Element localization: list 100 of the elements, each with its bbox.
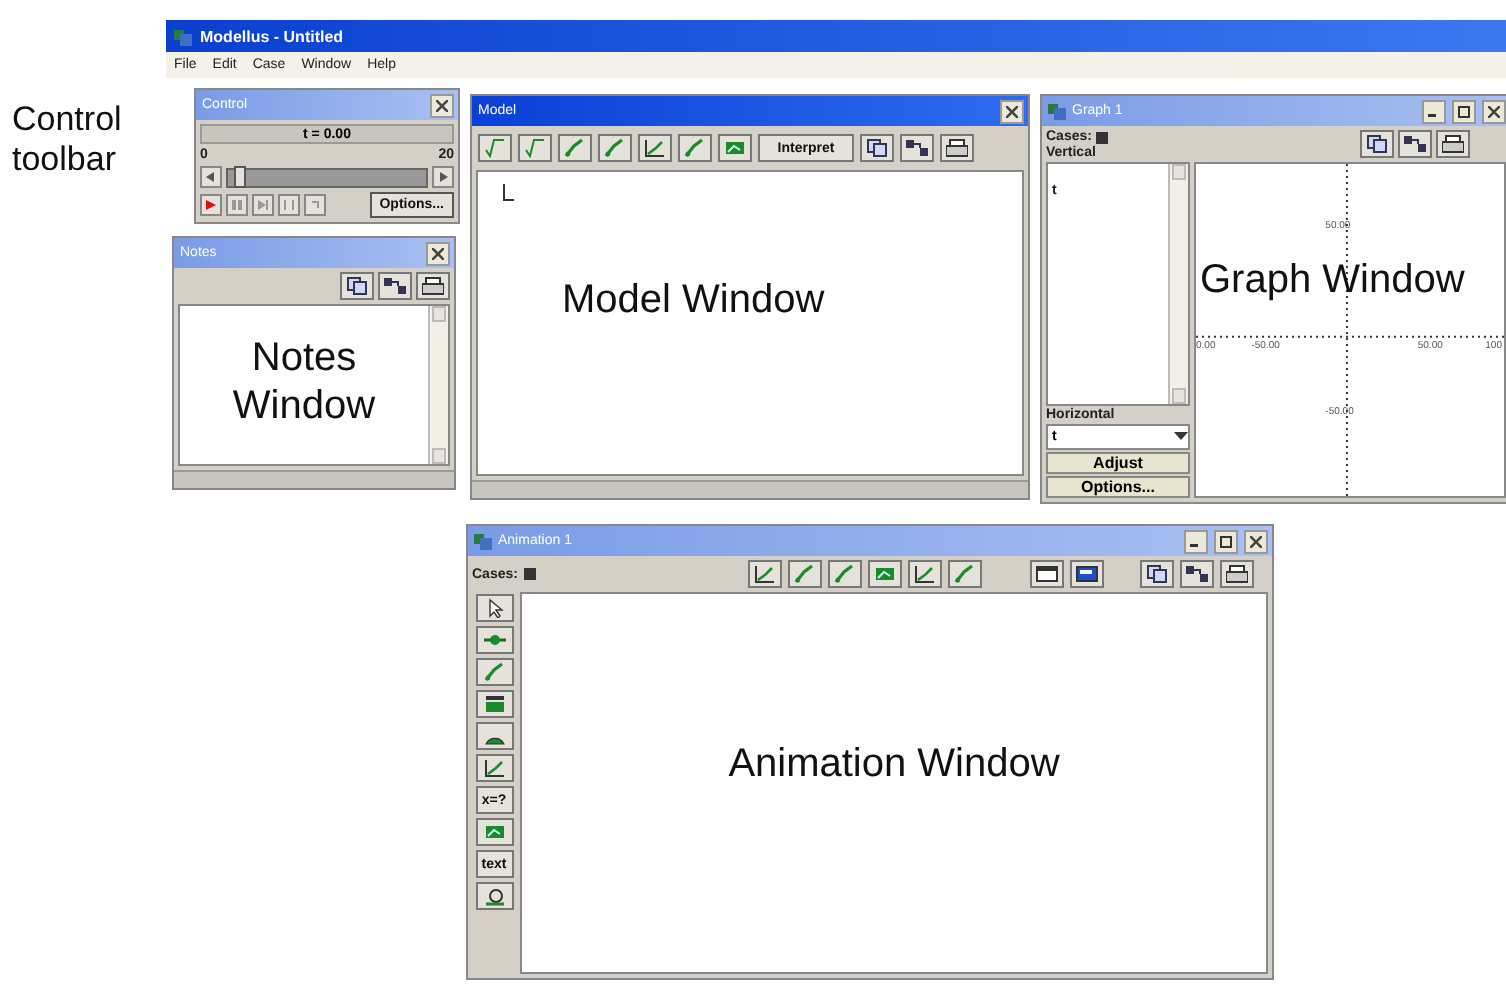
line-icon bbox=[564, 138, 586, 158]
plot-icon bbox=[753, 564, 776, 584]
tool-button[interactable] bbox=[475, 594, 513, 622]
maximize-button[interactable] bbox=[1214, 529, 1238, 553]
link-button[interactable] bbox=[1179, 560, 1214, 588]
options-button[interactable]: Options... bbox=[1046, 476, 1190, 498]
caret-icon bbox=[1174, 432, 1188, 442]
reset-button[interactable] bbox=[304, 194, 326, 216]
line-icon bbox=[684, 138, 706, 158]
close-icon bbox=[432, 247, 444, 259]
scrollbar[interactable] bbox=[428, 306, 448, 464]
case-swatch[interactable] bbox=[1095, 131, 1108, 143]
copy-button[interactable] bbox=[1139, 560, 1174, 588]
notes-area[interactable]: Notes Window bbox=[178, 304, 450, 466]
step-icon bbox=[258, 200, 268, 210]
panel-icon bbox=[1075, 564, 1098, 584]
copy-button[interactable] bbox=[860, 134, 894, 162]
link-button[interactable] bbox=[900, 134, 934, 162]
link-icon bbox=[1185, 564, 1208, 584]
link-button[interactable] bbox=[1398, 130, 1432, 158]
step-back-button[interactable] bbox=[200, 166, 222, 188]
window-icon bbox=[474, 532, 492, 550]
animation-canvas[interactable]: Animation Window bbox=[520, 592, 1268, 974]
print-icon bbox=[1442, 134, 1464, 154]
tool-button[interactable] bbox=[747, 560, 782, 588]
window-button[interactable] bbox=[1069, 560, 1104, 588]
print-icon bbox=[946, 138, 968, 158]
print-icon bbox=[422, 276, 444, 296]
tool-button[interactable] bbox=[475, 690, 513, 718]
copy-icon bbox=[1366, 134, 1388, 154]
minimize-button[interactable] bbox=[1184, 529, 1208, 553]
tool-button[interactable] bbox=[475, 626, 513, 654]
model-editor[interactable]: Model Window bbox=[476, 170, 1024, 476]
line-icon bbox=[793, 564, 816, 584]
tool-button[interactable] bbox=[475, 882, 513, 910]
close-icon bbox=[436, 99, 448, 111]
link-button[interactable] bbox=[378, 272, 412, 300]
app-title: Modellus - Untitled bbox=[200, 27, 344, 45]
scrollbar[interactable] bbox=[1168, 164, 1188, 404]
copy-icon bbox=[1145, 564, 1168, 584]
close-button[interactable] bbox=[1482, 99, 1506, 123]
end-icon bbox=[284, 200, 294, 210]
step-button[interactable] bbox=[252, 194, 274, 216]
close-icon bbox=[1488, 105, 1500, 117]
sqrt-icon bbox=[524, 138, 546, 158]
end-button[interactable] bbox=[278, 194, 300, 216]
play-button[interactable] bbox=[200, 194, 222, 216]
window-caption: Model Window bbox=[562, 276, 825, 324]
pointer-icon bbox=[483, 598, 505, 618]
pause-icon bbox=[232, 200, 242, 210]
link-icon bbox=[384, 276, 406, 296]
copy-icon bbox=[346, 276, 368, 296]
close-button[interactable] bbox=[1244, 529, 1268, 553]
pause-button[interactable] bbox=[226, 194, 248, 216]
tool-button[interactable] bbox=[475, 754, 513, 782]
close-button[interactable] bbox=[430, 93, 454, 117]
close-icon bbox=[1006, 105, 1018, 117]
print-button[interactable] bbox=[416, 272, 450, 300]
line-icon bbox=[604, 138, 626, 158]
copy-icon bbox=[866, 138, 888, 158]
print-button[interactable] bbox=[1219, 560, 1254, 588]
print-icon bbox=[1225, 564, 1248, 584]
tool-button[interactable] bbox=[475, 722, 513, 750]
close-button[interactable] bbox=[1000, 99, 1024, 123]
arrow-left-icon bbox=[206, 172, 216, 182]
plot-icon bbox=[913, 564, 936, 584]
slider-thumb[interactable] bbox=[233, 165, 246, 187]
close-icon bbox=[1250, 535, 1262, 547]
maximize-icon bbox=[1458, 105, 1470, 117]
adjust-button[interactable]: Adjust bbox=[1046, 452, 1190, 474]
line-icon bbox=[833, 564, 856, 584]
play-icon bbox=[206, 200, 216, 210]
plot-icon bbox=[644, 138, 666, 158]
reset-icon bbox=[310, 200, 320, 210]
app-icon bbox=[174, 27, 192, 45]
minimize-button[interactable] bbox=[1422, 99, 1446, 123]
maximize-icon bbox=[1220, 535, 1232, 547]
print-button[interactable] bbox=[1436, 130, 1470, 158]
line-icon bbox=[953, 564, 976, 584]
close-button[interactable] bbox=[426, 241, 450, 265]
window-icon bbox=[1048, 102, 1066, 120]
line-icon bbox=[483, 662, 505, 682]
annotation-label: Control toolbar bbox=[12, 100, 124, 180]
plot-icon bbox=[483, 758, 505, 778]
window-caption: Animation Window bbox=[728, 739, 1060, 787]
time-slider[interactable] bbox=[226, 167, 428, 187]
copy-button[interactable] bbox=[340, 272, 374, 300]
window-button[interactable] bbox=[1029, 560, 1064, 588]
sqrt-icon bbox=[484, 138, 506, 158]
window-caption: Notes Window bbox=[230, 334, 378, 432]
maximize-button[interactable] bbox=[1452, 99, 1476, 123]
copy-button[interactable] bbox=[1360, 130, 1394, 158]
step-forward-button[interactable] bbox=[432, 166, 454, 188]
case-swatch[interactable] bbox=[523, 568, 536, 580]
link-icon bbox=[1404, 134, 1426, 154]
tool-button[interactable] bbox=[638, 134, 672, 162]
tool-button[interactable] bbox=[907, 560, 942, 588]
link-icon bbox=[906, 138, 928, 158]
text-cursor-icon bbox=[502, 184, 514, 202]
print-button[interactable] bbox=[940, 134, 974, 162]
